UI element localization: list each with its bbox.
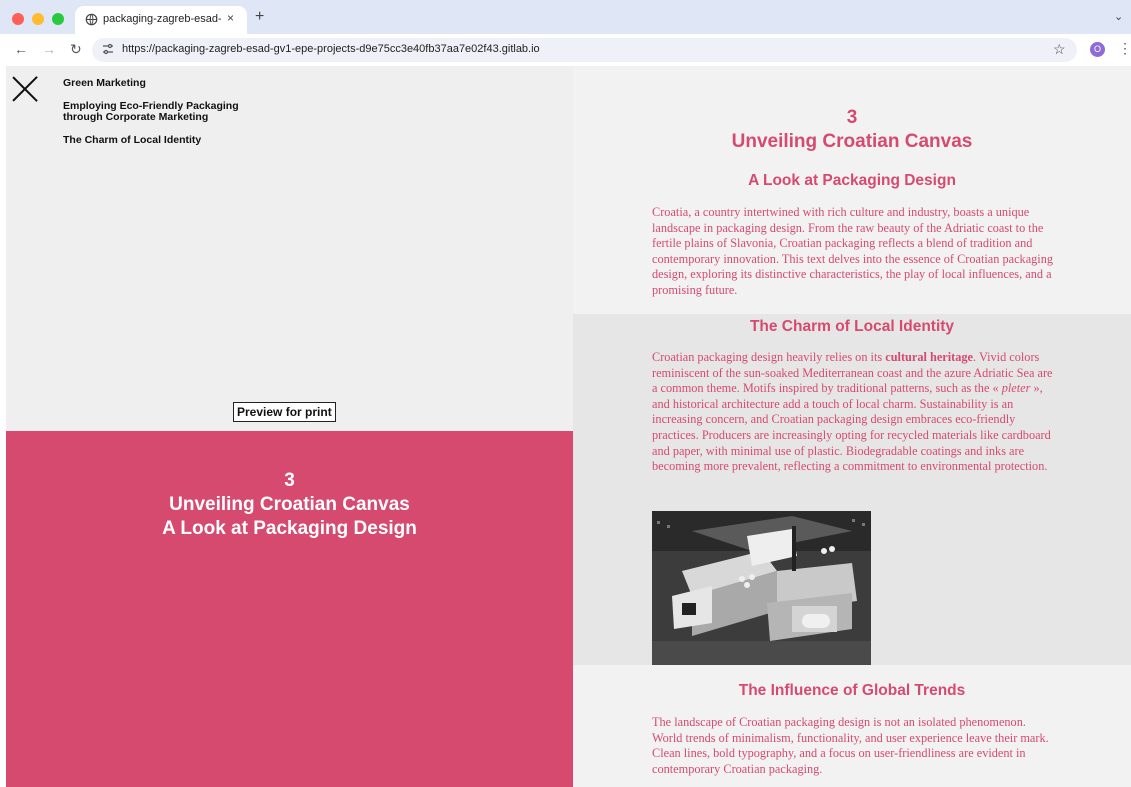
toc-item-green-marketing[interactable]: Green Marketing xyxy=(63,78,283,89)
section-heading-global-trends: The Influence of Global Trends xyxy=(738,682,966,699)
packaging-photo xyxy=(652,511,871,665)
forward-icon[interactable]: → xyxy=(42,42,56,56)
global-trends-paragraph: The landscape of Croatian packaging desi… xyxy=(652,715,1049,776)
window-minimize-button[interactable] xyxy=(32,13,44,25)
toc-item-eco-friendly-packaging[interactable]: Employing Eco-Friendly Packaging through… xyxy=(63,101,248,123)
window-close-button[interactable] xyxy=(12,13,24,25)
close-icon[interactable] xyxy=(11,75,39,103)
section-intro: 3 Unveiling Croatian Canvas A Look at Pa… xyxy=(573,66,1131,314)
toc-item-local-identity[interactable]: The Charm of Local Identity xyxy=(63,135,283,146)
tab-close-icon[interactable]: × xyxy=(227,11,234,25)
site-info-icon[interactable] xyxy=(102,43,114,55)
bold-term: cultural heritage xyxy=(885,350,974,364)
browser-chrome: packaging-zagreb-esad-gv1- × + ⌄ ← → ↻ h… xyxy=(0,0,1131,66)
section-local-identity: The Charm of Local Identity Croatian pac… xyxy=(573,314,1131,665)
profile-avatar[interactable]: O xyxy=(1090,42,1105,57)
browser-toolbar: ← → ↻ https://packaging-zagreb-esad-gv1-… xyxy=(0,34,1131,66)
chapter-number: 3 xyxy=(846,107,858,128)
italic-term: pleter xyxy=(1001,381,1031,396)
globe-icon xyxy=(85,13,98,26)
hero-line-2: A Look at Packaging Design xyxy=(162,518,417,539)
reload-icon[interactable]: ↻ xyxy=(70,42,82,56)
address-bar[interactable]: https://packaging-zagreb-esad-gv1-epe-pr… xyxy=(92,38,1077,62)
hero-number: 3 xyxy=(284,470,295,491)
intro-paragraph: Croatia, a country intertwined with rich… xyxy=(652,205,1054,297)
window-maximize-button[interactable] xyxy=(52,13,64,25)
chapter-subtitle: A Look at Packaging Design xyxy=(748,172,956,189)
back-icon[interactable]: ← xyxy=(14,42,28,56)
table-of-contents: Green Marketing Employing Eco-Friendly P… xyxy=(63,78,283,158)
paragraph-text: Croatian packaging design heavily relies… xyxy=(652,350,886,364)
tab-strip: packaging-zagreb-esad-gv1- × + ⌄ xyxy=(0,0,1131,34)
tab-search-icon[interactable]: ⌄ xyxy=(1114,10,1123,23)
article: 3 Unveiling Croatian Canvas A Look at Pa… xyxy=(573,66,1131,787)
hero-line-1: Unveiling Croatian Canvas xyxy=(169,494,410,515)
star-icon[interactable]: ☆ xyxy=(1053,41,1066,58)
chapter-title: Unveiling Croatian Canvas xyxy=(731,131,973,152)
hero-title: 3 Unveiling Croatian Canvas A Look at Pa… xyxy=(6,469,573,541)
section-global-trends: The Influence of Global Trends The lands… xyxy=(573,665,1131,787)
hero-panel: 3 Unveiling Croatian Canvas A Look at Pa… xyxy=(6,431,573,787)
tab-title: packaging-zagreb-esad-gv1- xyxy=(103,13,221,25)
local-identity-paragraph: Croatian packaging design heavily relies… xyxy=(652,350,1057,475)
browser-tab[interactable]: packaging-zagreb-esad-gv1- × xyxy=(75,6,247,34)
preview-for-print-button[interactable]: Preview for print xyxy=(233,402,336,422)
url-text[interactable]: https://packaging-zagreb-esad-gv1-epe-pr… xyxy=(122,43,540,55)
new-tab-icon[interactable]: + xyxy=(255,8,264,26)
kebab-menu-icon[interactable]: ⋮ xyxy=(1118,40,1131,57)
section-heading-local-identity: The Charm of Local Identity xyxy=(749,318,955,335)
page: Green Marketing Employing Eco-Friendly P… xyxy=(6,66,1131,787)
